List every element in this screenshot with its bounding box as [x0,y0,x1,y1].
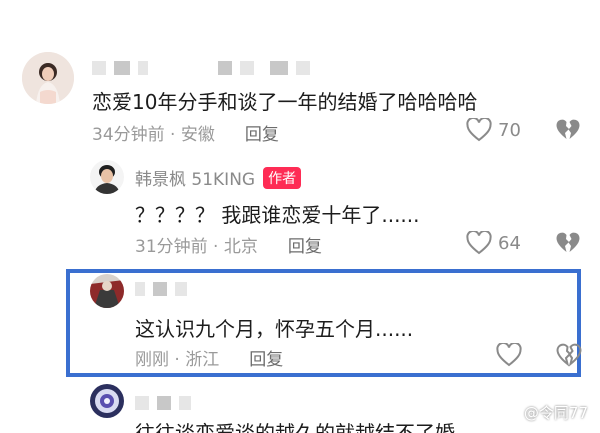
broken-heart-icon [556,232,580,252]
heart-outline-icon [496,343,522,367]
like-count: 70 [498,119,521,141]
dislike-button[interactable] [555,118,581,146]
dislike-button[interactable] [556,343,582,371]
like-button[interactable]: 70 [466,118,521,142]
broken-heart-icon [556,343,582,367]
like-button[interactable]: 64 [466,231,521,255]
masked-username [135,392,199,410]
avatar[interactable] [90,160,124,194]
comment-meta: 刚刚 · 浙江 回复 [135,345,283,370]
comment-text: 恋爱10年分手和谈了一年的结婚了哈哈哈哈 [92,90,478,114]
like-count: 64 [498,232,521,254]
username[interactable]: 韩景枫 51KING 作者 [135,165,302,190]
like-button[interactable] [496,343,522,367]
broken-heart-icon [556,119,580,139]
avatar[interactable] [90,384,124,418]
time-location: 31分钟前 · 北京 [135,237,258,257]
watermark: @令同77 [523,404,588,422]
comment-meta: 31分钟前 · 北京 回复 [135,232,322,257]
avatar[interactable] [90,274,124,308]
heart-outline-icon [466,231,492,255]
heart-outline-icon [466,118,492,142]
username-text: 韩景枫 51KING [135,170,256,190]
reply-button[interactable]: 回复 [249,350,283,370]
reply-button[interactable]: 回复 [288,237,322,257]
comment-text: ？？？？ 我跟谁恋爱十年了...... [135,203,420,227]
reply-button[interactable]: 回复 [245,125,279,145]
time-location: 34分钟前 · 安徽 [92,125,215,145]
dislike-button[interactable] [555,231,581,259]
comment-text: 往往谈恋爱谈的越久的就越结不了婚 [135,421,455,433]
avatar[interactable] [22,52,74,104]
comment-meta: 34分钟前 · 安徽 回复 [92,120,279,145]
masked-username [135,278,195,296]
author-badge: 作者 [263,167,302,189]
time-location: 刚刚 · 浙江 [135,350,220,370]
masked-username [92,57,318,75]
comment-text: 这认识九个月，怀孕五个月...... [135,317,414,341]
